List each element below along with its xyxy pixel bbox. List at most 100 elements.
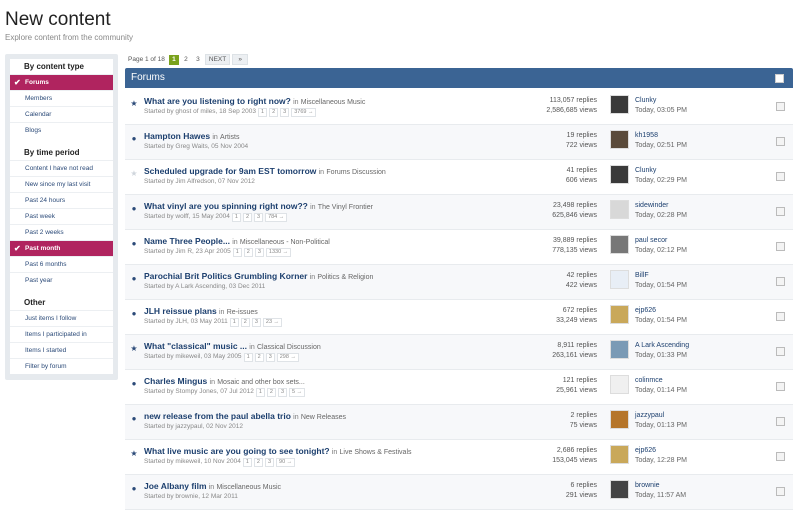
sidebar-item[interactable]: Filter by forum [10,358,113,374]
topic-page-link[interactable]: 1 [231,213,241,222]
page-link[interactable]: 2 [181,55,191,65]
sidebar-item[interactable]: Items I started [10,342,113,358]
avatar[interactable] [610,270,629,289]
select-all-checkbox[interactable] [775,74,784,83]
avatar[interactable] [610,410,629,429]
avatar[interactable] [610,200,629,219]
row-checkbox[interactable] [776,102,785,111]
forum-link[interactable]: Miscellaneous - Non-Political [240,239,330,246]
topic-page-link[interactable]: 1330 → [265,248,292,257]
topic-title-link[interactable]: What live music are you going to see ton… [144,446,330,456]
topic-page-link[interactable]: 1 [243,353,253,362]
sidebar-item[interactable]: Past 2 weeks [10,224,113,240]
last-poster-link[interactable]: brownie [635,481,686,491]
topic-page-link[interactable]: 3 [280,108,290,117]
sidebar-item[interactable]: Past year [10,272,113,288]
avatar[interactable] [610,445,629,464]
topic-page-link[interactable]: 2 [266,388,276,397]
forum-link[interactable]: Miscellaneous Music [216,484,281,491]
topic-title-link[interactable]: Hampton Hawes [144,131,210,141]
last-poster-link[interactable]: colinmce [635,376,687,386]
last-poster-link[interactable]: sidewinder [635,201,687,211]
avatar[interactable] [610,130,629,149]
topic-page-link[interactable]: 1 [229,318,239,327]
topic-page-link[interactable]: 2 [269,108,279,117]
sidebar-item[interactable]: Members [10,90,113,106]
row-checkbox[interactable] [776,277,785,286]
avatar[interactable] [610,165,629,184]
sidebar-item[interactable]: New since my last visit [10,176,113,192]
last-poster-link[interactable]: kh1958 [635,131,687,141]
row-checkbox[interactable] [776,347,785,356]
topic-page-link[interactable]: 3769 → [291,108,317,117]
topic-page-link[interactable]: 1 [258,108,268,117]
sidebar-item[interactable]: Content I have not read [10,160,113,176]
avatar[interactable] [610,235,629,254]
topic-page-link[interactable]: 1 [232,248,242,257]
topic-title-link[interactable]: Name Three People... [144,236,230,246]
row-checkbox[interactable] [776,452,785,461]
row-checkbox[interactable] [776,487,785,496]
forum-link[interactable]: Classical Discussion [257,344,321,351]
last-poster-link[interactable]: BillF [635,271,687,281]
forum-link[interactable]: Forums Discussion [326,169,386,176]
forum-link[interactable]: New Releases [301,414,346,421]
row-checkbox[interactable] [776,137,785,146]
forum-link[interactable]: Politics & Religion [317,274,373,281]
avatar[interactable] [610,95,629,114]
sidebar-item[interactable]: ✔ Past month [10,240,113,256]
topic-page-link[interactable]: 1 [255,388,265,397]
topic-page-link[interactable]: 298 → [276,353,299,362]
sidebar-item[interactable]: Past 24 hours [10,192,113,208]
forum-link[interactable]: Re-issues [227,309,258,316]
row-checkbox[interactable] [776,242,785,251]
avatar[interactable] [610,340,629,359]
row-checkbox[interactable] [776,207,785,216]
topic-page-link[interactable]: 5 → [289,388,306,397]
row-checkbox[interactable] [776,382,785,391]
forum-link[interactable]: Mosaic and other box sets... [217,379,305,386]
topic-page-link[interactable]: 2 [243,248,253,257]
forum-link[interactable]: Live Shows & Festivals [340,449,412,456]
topic-page-link[interactable]: 3 [254,213,264,222]
row-checkbox[interactable] [776,312,785,321]
topic-title-link[interactable]: new release from the paul abella trio [144,411,291,421]
topic-page-link[interactable]: 2 [240,318,250,327]
sidebar-item[interactable]: Just items I follow [10,310,113,326]
last-page-button[interactable]: » [232,54,249,65]
topic-page-link[interactable]: 3 [277,388,288,397]
sidebar-item[interactable]: Past 6 months [10,256,113,272]
topic-page-link[interactable]: 23 → [262,318,283,327]
last-poster-link[interactable]: ejp626 [635,446,687,456]
avatar[interactable] [610,480,629,499]
topic-title-link[interactable]: Joe Albany film [144,481,207,491]
topic-title-link[interactable]: Charles Mingus [144,376,207,386]
sidebar-item[interactable]: Past week [10,208,113,224]
avatar[interactable] [610,305,629,324]
topic-page-link[interactable]: 2 [254,353,264,362]
page-link[interactable]: 3 [193,55,203,65]
last-poster-link[interactable]: jazzypaul [635,411,687,421]
last-poster-link[interactable]: Clunky [635,166,687,176]
forum-link[interactable]: Artists [220,134,239,141]
topic-page-link[interactable]: 3 [254,248,264,257]
sidebar-item[interactable]: Items I participated in [10,326,113,342]
topic-title-link[interactable]: What "classical" music ... [144,341,247,351]
sidebar-item[interactable]: Calendar [10,106,113,122]
next-page-button[interactable]: NEXT [204,54,231,65]
forum-link[interactable]: The Vinyl Frontier [318,204,373,211]
topic-title-link[interactable]: JLH reissue plans [144,306,217,316]
last-poster-link[interactable]: A Lark Ascending [635,341,689,351]
forum-link[interactable]: Miscellaneous Music [301,99,366,106]
topic-title-link[interactable]: What vinyl are you spinning right now?? [144,201,308,211]
last-poster-link[interactable]: Clunky [635,96,687,106]
last-poster-link[interactable]: ejp626 [635,306,687,316]
last-poster-link[interactable]: paul secor [635,236,687,246]
topic-page-link[interactable]: 784 → [265,213,288,222]
topic-title-link[interactable]: Scheduled upgrade for 9am EST tomorrow [144,166,316,176]
topic-page-link[interactable]: 2 [242,213,252,222]
row-checkbox[interactable] [776,172,785,181]
sidebar-item[interactable]: Blogs [10,122,113,138]
topic-page-link[interactable]: 3 [265,353,275,362]
sidebar-item[interactable]: ✔ Forums [10,74,113,90]
